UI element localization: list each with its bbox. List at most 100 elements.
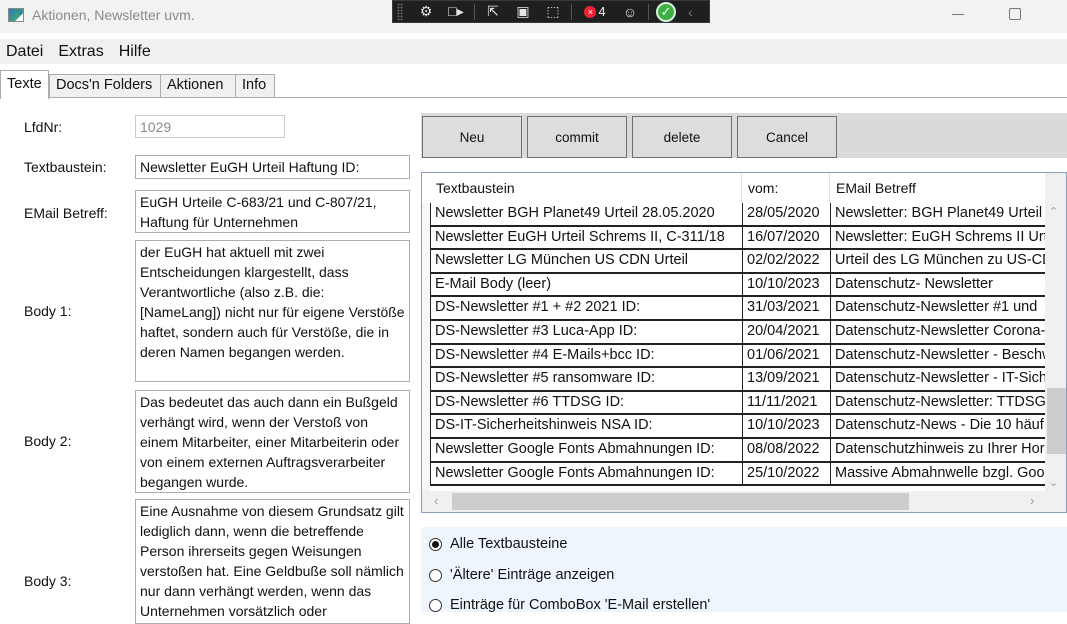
radio-alle-textbausteine[interactable]: Alle Textbausteine [429, 536, 567, 552]
cell-vom[interactable]: 11/11/2021 [742, 391, 830, 414]
cell-email-betreff[interactable]: Datenschutz-Newsletter - Beschw [830, 344, 1047, 367]
cell-email-betreff[interactable]: Datenschutz-Newsletter #1 und [830, 297, 1047, 320]
table-row[interactable]: Newsletter LG München US CDN Urteil 02/02… [430, 250, 1047, 274]
body1-textarea[interactable]: der EuGH hat aktuell mit zwei Entscheidu… [135, 240, 410, 382]
cell-vom[interactable]: 10/10/2023 [742, 273, 830, 296]
table-row[interactable]: DS-Newsletter #6 TTDSG ID: 11/11/2021 Date… [430, 391, 1047, 416]
cell-vom[interactable]: 25/10/2022 [742, 462, 830, 485]
cell-email-betreff[interactable]: Massive Abmahnwelle bzgl. Goo [830, 462, 1047, 485]
tab-aktionen[interactable]: Aktionen [160, 74, 236, 98]
textbausteine-grid[interactable]: Textbaustein vom: EMail Betreff Newslett… [421, 172, 1067, 513]
cell-vom[interactable]: 10/10/2023 [742, 415, 830, 438]
scroll-up-icon[interactable]: ⌃ [1049, 205, 1058, 218]
track-focus-icon[interactable]: ⬚ [538, 2, 568, 22]
body1-label: Body 1: [24, 303, 72, 319]
radio-checked-icon[interactable] [429, 537, 442, 551]
cell-vom[interactable]: 13/09/2021 [742, 368, 830, 391]
scroll-left-icon[interactable]: ‹ [434, 493, 438, 508]
cell-email-betreff[interactable]: Newsletter: BGH Planet49 Urteil [830, 203, 1047, 225]
grid-header: Textbaustein vom: EMail Betreff [422, 173, 1047, 203]
table-row[interactable]: DS-Newsletter #3 Luca-App ID: 20/04/2021 D… [430, 321, 1047, 345]
textbaustein-input[interactable]: Newsletter EuGH Urteil Haftung ID: [135, 155, 410, 179]
vertical-scroll-thumb[interactable] [1047, 388, 1066, 454]
minimize-button[interactable] [950, 8, 966, 22]
cell-vom[interactable]: 08/08/2022 [742, 439, 830, 461]
cancel-button[interactable]: Cancel [737, 116, 837, 158]
vertical-scrollbar[interactable]: ⌃ ⌄ [1045, 173, 1066, 493]
menu-extras[interactable]: Extras [52, 43, 109, 61]
menu-hilfe[interactable]: Hilfe [113, 43, 157, 61]
horizontal-scroll-thumb[interactable] [452, 493, 909, 510]
cell-textbaustein[interactable]: DS-Newsletter #5 ransomware ID: [430, 368, 742, 391]
cell-email-betreff[interactable]: Datenschutz-Newsletter - IT-Sich [830, 368, 1047, 391]
tab-texte[interactable]: Texte [0, 70, 49, 99]
checkmark-icon[interactable]: ✓ [656, 1, 676, 22]
drag-handle-icon[interactable] [397, 2, 403, 21]
commit-button[interactable]: commit [527, 116, 627, 158]
display-layout-adorners-icon[interactable]: ▣ [508, 2, 538, 22]
table-row[interactable]: DS-Newsletter #4 E-Mails+bcc ID: 01/06/20… [430, 344, 1047, 369]
radio-aeltere-eintraege[interactable]: 'Ältere' Einträge anzeigen [429, 567, 614, 583]
table-row[interactable]: E-Mail Body (leer) 10/10/2023 Datenschutz-… [430, 273, 1047, 298]
cell-vom[interactable]: 02/02/2022 [742, 250, 830, 273]
table-row[interactable]: Newsletter BGH Planet49 Urteil 28.05.202… [430, 203, 1047, 227]
delete-button[interactable]: delete [632, 116, 732, 158]
cell-textbaustein[interactable]: Newsletter LG München US CDN Urteil [430, 250, 742, 273]
cell-email-betreff[interactable]: Datenschutz-Newsletter: TTDSG, [830, 391, 1047, 414]
table-row[interactable]: DS-IT-Sicherheitshinweis NSA ID: 10/10/20… [430, 415, 1047, 439]
email-betreff-input[interactable]: EuGH Urteile C-683/21 und C-807/21, Haft… [135, 190, 410, 233]
table-row[interactable]: Newsletter EuGH Urteil Schrems II, C-311… [430, 226, 1047, 251]
body2-textarea[interactable]: Das bedeutet das auch dann ein Bußgeld v… [135, 390, 410, 493]
cell-vom[interactable]: 31/03/2021 [742, 297, 830, 320]
table-row[interactable]: DS-Newsletter #1 + #2 2021 ID: 31/03/2021… [430, 297, 1047, 321]
radio-unchecked-icon[interactable] [429, 568, 442, 582]
cell-email-betreff[interactable]: Datenschutz-Newsletter Corona- [830, 321, 1047, 343]
tab-docs-n-folders[interactable]: Docs'n Folders [49, 74, 161, 98]
table-row[interactable]: Newsletter Google Fonts Abmahnungen ID: 0… [430, 439, 1047, 463]
maximize-button[interactable] [1009, 8, 1021, 20]
cell-textbaustein[interactable]: Newsletter Google Fonts Abmahnungen ID: [430, 439, 742, 461]
column-header-textbaustein[interactable]: Textbaustein [430, 173, 742, 203]
radio-label: 'Ältere' Einträge anzeigen [450, 567, 615, 583]
cell-textbaustein[interactable]: DS-Newsletter #6 TTDSG ID: [430, 391, 742, 414]
cell-vom[interactable]: 20/04/2021 [742, 321, 830, 343]
cell-email-betreff[interactable]: Urteil des LG München zu US-CD [830, 250, 1047, 273]
column-header-vom[interactable]: vom: [742, 173, 830, 203]
cell-textbaustein[interactable]: DS-Newsletter #1 + #2 2021 ID: [430, 297, 742, 320]
scroll-right-icon[interactable]: › [1030, 493, 1034, 508]
accessibility-icon[interactable]: ☺ [615, 2, 645, 22]
body3-label: Body 3: [24, 573, 72, 589]
collapse-chevron-icon[interactable]: ‹ [688, 4, 693, 20]
cell-email-betreff[interactable]: Datenschutzhinweis zu Ihrer Hor [830, 439, 1047, 461]
cell-textbaustein[interactable]: DS-IT-Sicherheitshinweis NSA ID: [430, 415, 742, 438]
live-visual-tree-icon[interactable]: ⚙ [411, 2, 441, 22]
cell-vom[interactable]: 28/05/2020 [742, 203, 830, 225]
error-icon: × [584, 5, 597, 18]
radio-unchecked-icon[interactable] [429, 598, 442, 612]
cell-email-betreff[interactable]: Datenschutz-News - Die 10 häuf [830, 415, 1047, 438]
cell-vom[interactable]: 01/06/2021 [742, 344, 830, 367]
radio-combobox-eintraege[interactable]: Einträge für ComboBox 'E-Mail erstellen' [429, 597, 710, 613]
cell-textbaustein[interactable]: Newsletter EuGH Urteil Schrems II, C-311… [430, 226, 742, 249]
cell-textbaustein[interactable]: Newsletter BGH Planet49 Urteil 28.05.202… [430, 203, 742, 225]
cell-email-betreff[interactable]: Datenschutz- Newsletter [830, 273, 1047, 296]
menu-datei[interactable]: Datei [0, 43, 49, 61]
neu-button[interactable]: Neu [422, 116, 522, 158]
table-row[interactable]: Newsletter Google Fonts Abmahnungen ID: 2… [430, 462, 1047, 487]
tab-info[interactable]: Info [235, 74, 275, 98]
scroll-down-icon[interactable]: ⌄ [1049, 476, 1058, 489]
cell-textbaustein[interactable]: DS-Newsletter #3 Luca-App ID: [430, 321, 742, 343]
row-header-strip [422, 203, 430, 493]
camera-icon[interactable]: □▸ [441, 2, 471, 22]
cell-email-betreff[interactable]: Newsletter: EuGH Schrems II Urt [830, 226, 1047, 249]
horizontal-scrollbar[interactable]: ‹ › [422, 491, 1066, 512]
cell-textbaustein[interactable]: DS-Newsletter #4 E-Mails+bcc ID: [430, 344, 742, 367]
table-row[interactable]: DS-Newsletter #5 ransomware ID: 13/09/202… [430, 368, 1047, 392]
select-element-icon[interactable]: ⇱ [478, 2, 508, 22]
cell-textbaustein[interactable]: Newsletter Google Fonts Abmahnungen ID: [430, 462, 742, 485]
binding-errors-button[interactable]: × 4 [575, 4, 615, 19]
cell-textbaustein[interactable]: E-Mail Body (leer) [430, 273, 742, 296]
column-header-email-betreff[interactable]: EMail Betreff [830, 173, 1047, 203]
body3-textarea[interactable]: Eine Ausnahme von diesem Grundsatz gilt … [135, 499, 410, 624]
cell-vom[interactable]: 16/07/2020 [742, 226, 830, 249]
